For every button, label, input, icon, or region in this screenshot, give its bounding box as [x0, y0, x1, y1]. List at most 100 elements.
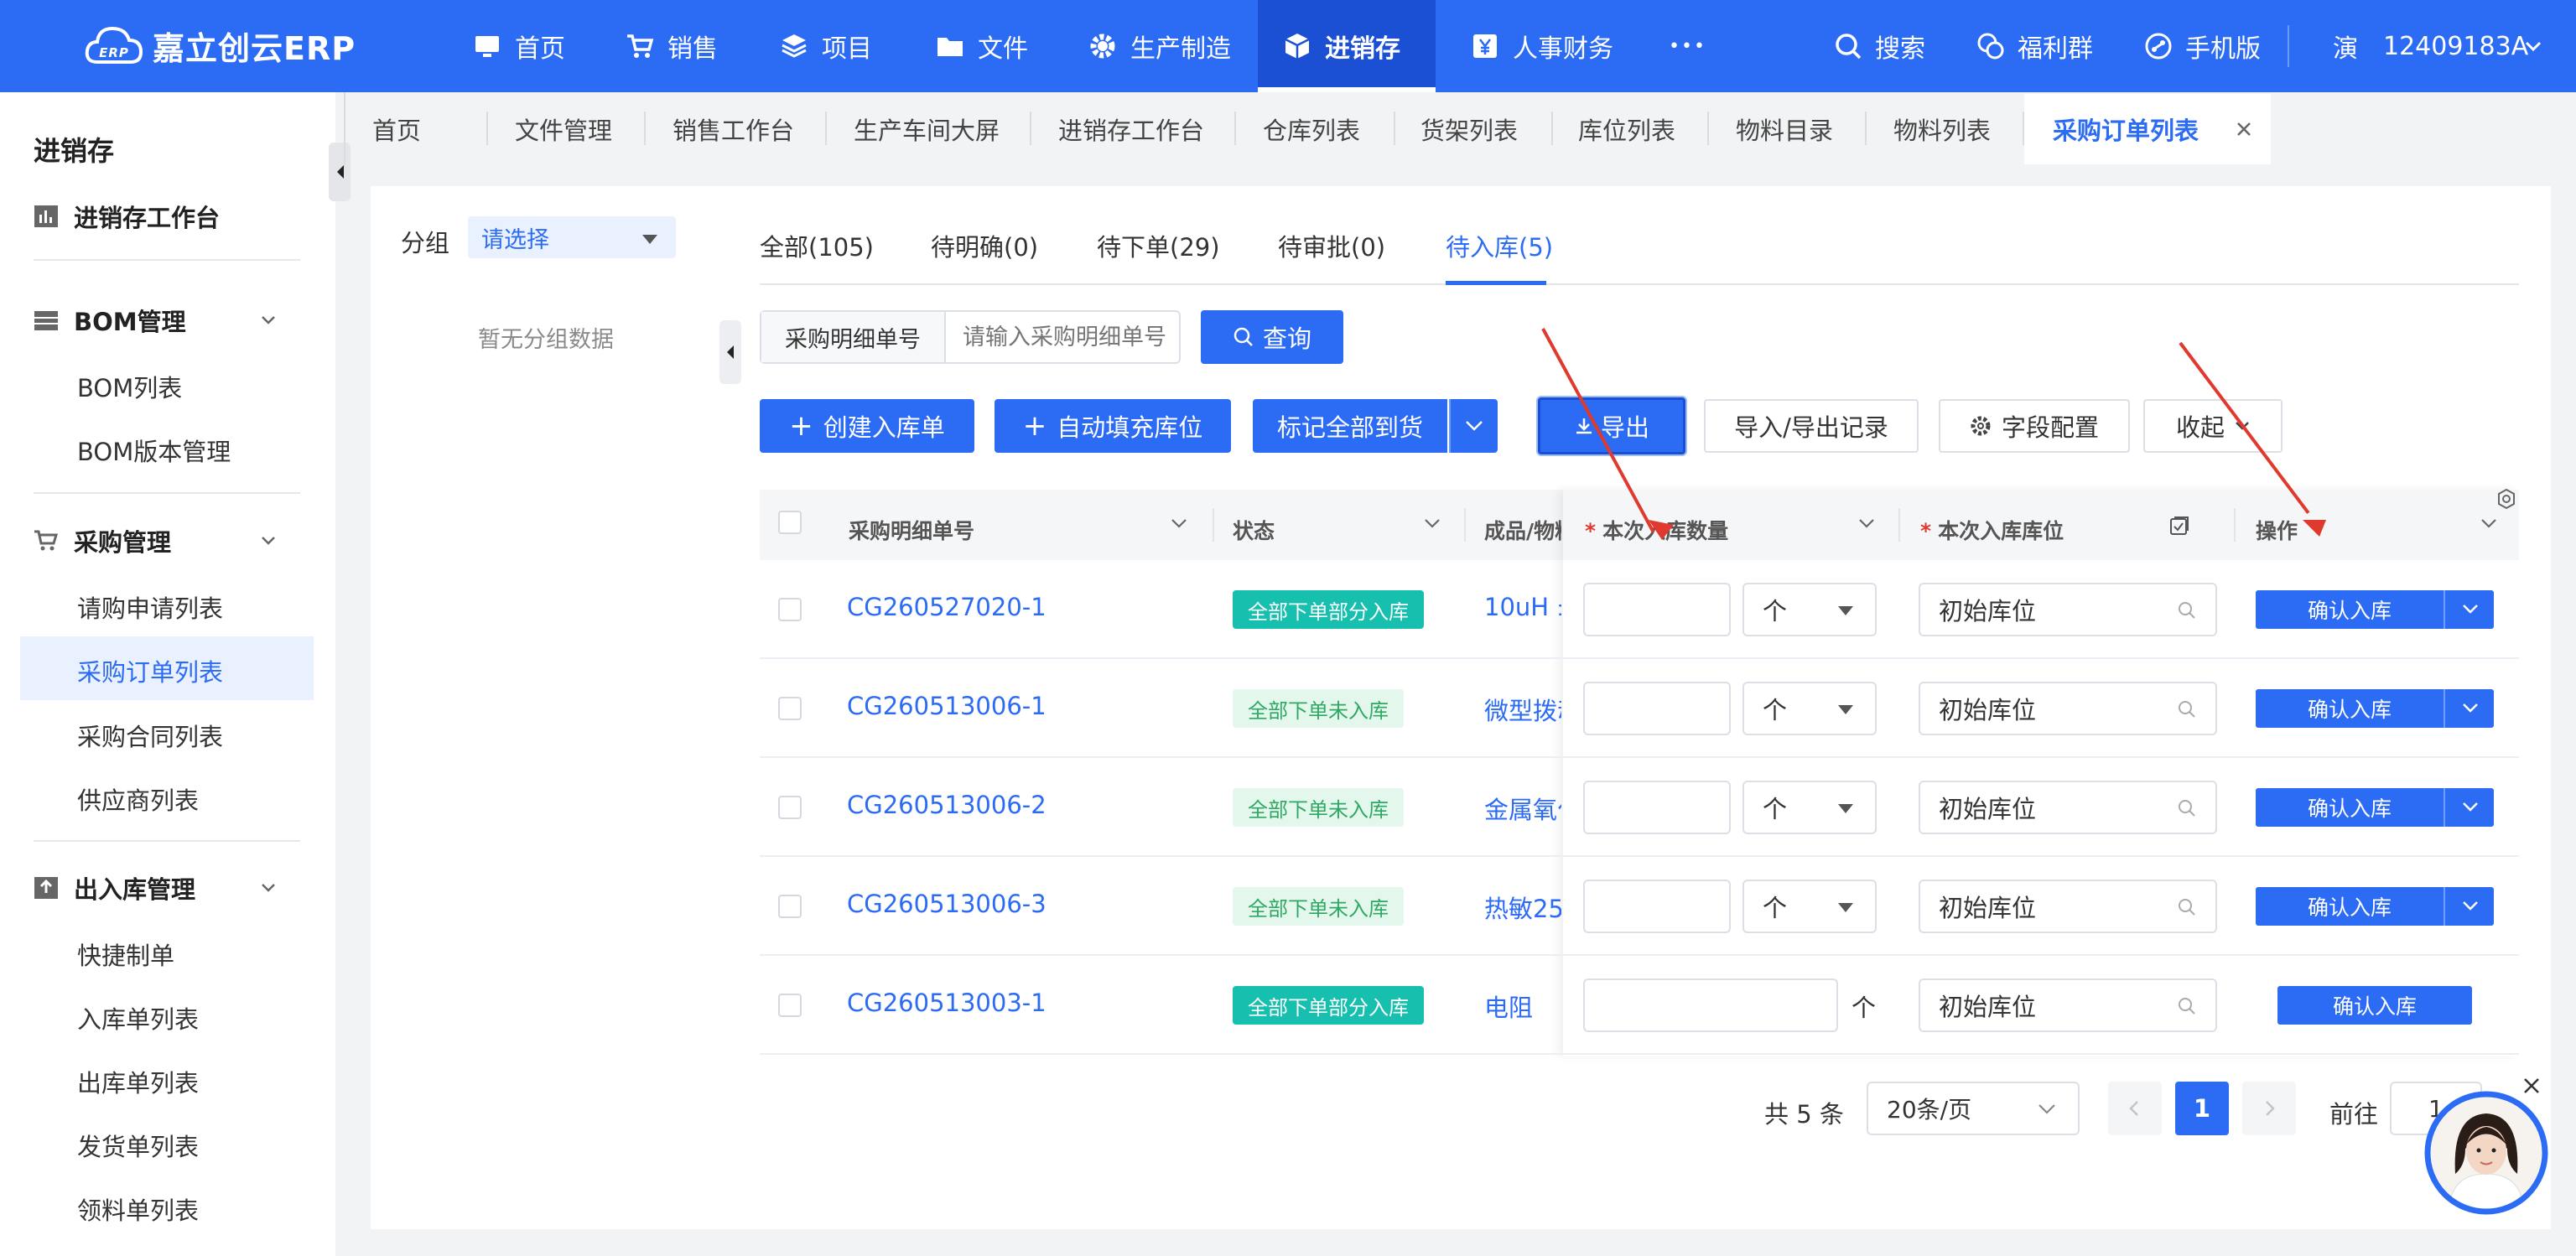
nav-more[interactable]: •••: [1644, 0, 1732, 92]
user-avatar-initial[interactable]: 演: [2333, 0, 2358, 92]
collapse-button[interactable]: 收起: [2143, 399, 2283, 453]
sidebar-item-requisition[interactable]: 请购申请列表: [77, 589, 223, 625]
location-select[interactable]: 初始库位: [1919, 682, 2217, 735]
row-checkbox[interactable]: [778, 697, 802, 720]
tab-home[interactable]: 首页: [372, 94, 421, 164]
sidebar-group-bom[interactable]: BOM管理: [34, 302, 186, 339]
group-panel-collapse[interactable]: [719, 320, 741, 384]
tab-location-list[interactable]: 库位列表: [1578, 94, 1675, 164]
sidebar-item-picking-list[interactable]: 领料单列表: [77, 1191, 199, 1227]
close-icon[interactable]: [2236, 121, 2252, 138]
nav-inventory[interactable]: 进销存: [1258, 0, 1436, 92]
qty-input[interactable]: [1583, 978, 1838, 1032]
row-product-link[interactable]: 电阻: [1484, 989, 1561, 1024]
confirm-stock-button[interactable]: 确认入库: [2277, 986, 2472, 1025]
row-checkbox[interactable]: [778, 796, 802, 819]
export-button[interactable]: 导出: [1538, 397, 1685, 454]
query-button[interactable]: 查询: [1201, 310, 1343, 364]
page-1-button[interactable]: 1: [2175, 1082, 2229, 1135]
confirm-stock-dropdown[interactable]: [2444, 887, 2494, 926]
header-mobile[interactable]: 手机版: [2143, 0, 2261, 92]
confirm-stock-dropdown[interactable]: [2444, 788, 2494, 827]
sidebar-item-purchase-contracts[interactable]: 采购合同列表: [77, 718, 223, 753]
status-tab-to-order[interactable]: 待下单(29): [1097, 228, 1220, 263]
sidebar-item-shipping-list[interactable]: 发货单列表: [77, 1128, 199, 1163]
tab-file-management[interactable]: 文件管理: [515, 94, 612, 164]
tab-shelf-list[interactable]: 货架列表: [1420, 94, 1518, 164]
row-order-no-link[interactable]: CG260513006-3: [847, 890, 1046, 918]
sidebar-item-inbound-list[interactable]: 入库单列表: [77, 1000, 199, 1035]
row-product-link[interactable]: 10uH ±: [1484, 593, 1561, 621]
sidebar-item-workbench[interactable]: 进销存工作台: [34, 198, 220, 235]
header-welfare-group[interactable]: 福利群: [1976, 0, 2093, 92]
tab-inventory-workbench[interactable]: 进销存工作台: [1058, 94, 1204, 164]
location-select[interactable]: 初始库位: [1919, 781, 2217, 834]
sidebar-item-bom-list[interactable]: BOM列表: [77, 369, 182, 404]
row-product-link[interactable]: 热敏252: [1484, 890, 1561, 925]
autofill-location-button[interactable]: + 自动填充库位: [995, 399, 1231, 453]
confirm-stock-button[interactable]: 确认入库: [2256, 788, 2444, 827]
sidebar-group-purchase[interactable]: 采购管理: [34, 522, 171, 559]
nav-project[interactable]: 项目: [755, 0, 897, 92]
row-checkbox[interactable]: [778, 598, 802, 621]
status-tab-to-stock[interactable]: 待入库(5): [1446, 228, 1553, 263]
status-tab-to-confirm[interactable]: 待明确(0): [931, 228, 1038, 263]
sidebar-item-bom-version[interactable]: BOM版本管理: [77, 433, 231, 468]
confirm-stock-button[interactable]: 确认入库: [2256, 689, 2444, 728]
status-tab-to-approve[interactable]: 待审批(0): [1278, 228, 1385, 263]
row-order-no-link[interactable]: CG260527020-1: [847, 593, 1046, 621]
select-all-checkbox[interactable]: [778, 511, 802, 534]
sidebar-group-stock-io[interactable]: 出入库管理: [34, 869, 195, 906]
chevron-down-icon[interactable]: [258, 531, 278, 551]
chevron-down-icon[interactable]: [1858, 518, 1875, 530]
row-order-no-link[interactable]: CG260513006-2: [847, 791, 1046, 819]
batch-edit-icon[interactable]: [2168, 515, 2190, 537]
row-product-link[interactable]: 金属氧化: [1484, 791, 1561, 826]
row-checkbox[interactable]: [778, 994, 802, 1017]
confirm-stock-dropdown[interactable]: [2444, 689, 2494, 728]
row-order-no-link[interactable]: CG260513003-1: [847, 989, 1046, 1017]
tab-material-list[interactable]: 物料列表: [1893, 94, 1991, 164]
location-select[interactable]: 初始库位: [1919, 978, 2217, 1032]
chevron-down-icon[interactable]: [258, 310, 278, 330]
row-product-link[interactable]: 微型拨动: [1484, 692, 1561, 727]
search-input[interactable]: [946, 312, 1179, 362]
assistant-avatar[interactable]: [2423, 1090, 2549, 1216]
chevron-down-icon[interactable]: [1424, 518, 1441, 530]
sidebar-item-quick-order[interactable]: 快捷制单: [77, 937, 174, 972]
nav-hr-finance[interactable]: 人事财务: [1446, 0, 1639, 92]
tab-workshop-screen[interactable]: 生产车间大屏: [854, 94, 1000, 164]
unit-select[interactable]: 个: [1742, 682, 1877, 735]
search-field-select[interactable]: 采购明细单号: [761, 312, 946, 362]
chevron-down-icon[interactable]: [2524, 39, 2542, 54]
sidebar-item-purchase-orders[interactable]: 采购订单列表: [77, 653, 223, 688]
nav-files[interactable]: 文件: [911, 0, 1053, 92]
app-logo[interactable]: ERP 嘉立创云ERP: [84, 20, 356, 70]
confirm-stock-button[interactable]: 确认入库: [2256, 590, 2444, 629]
row-checkbox[interactable]: [778, 895, 802, 918]
mark-all-dropdown[interactable]: [1449, 399, 1498, 453]
chevron-down-icon[interactable]: [258, 878, 278, 898]
nav-home[interactable]: 首页: [448, 0, 590, 92]
field-config-button[interactable]: 字段配置: [1939, 399, 2130, 453]
settings-icon[interactable]: [2496, 488, 2517, 510]
header-search[interactable]: 搜索: [1833, 0, 1925, 92]
tab-material-catalog[interactable]: 物料目录: [1736, 94, 1833, 164]
sidebar-collapse-button[interactable]: [329, 143, 351, 201]
chevron-down-icon[interactable]: [1171, 518, 1187, 530]
mark-all-arrived-button[interactable]: 标记全部到货: [1253, 399, 1447, 453]
tab-warehouse-list[interactable]: 仓库列表: [1263, 94, 1360, 164]
create-inbound-button[interactable]: + 创建入库单: [760, 399, 974, 453]
import-export-records-button[interactable]: 导入/导出记录: [1704, 399, 1919, 453]
sidebar-item-suppliers[interactable]: 供应商列表: [77, 781, 199, 817]
prev-page-button[interactable]: [2108, 1082, 2162, 1135]
unit-select[interactable]: 个: [1742, 583, 1877, 636]
nav-manufacturing[interactable]: 生产制造: [1063, 0, 1256, 92]
close-icon[interactable]: [2522, 1077, 2541, 1095]
location-select[interactable]: 初始库位: [1919, 880, 2217, 933]
qty-input[interactable]: [1583, 880, 1731, 933]
qty-input[interactable]: [1583, 682, 1731, 735]
unit-select[interactable]: 个: [1742, 781, 1877, 834]
row-order-no-link[interactable]: CG260513006-1: [847, 692, 1046, 720]
unit-select[interactable]: 个: [1742, 880, 1877, 933]
